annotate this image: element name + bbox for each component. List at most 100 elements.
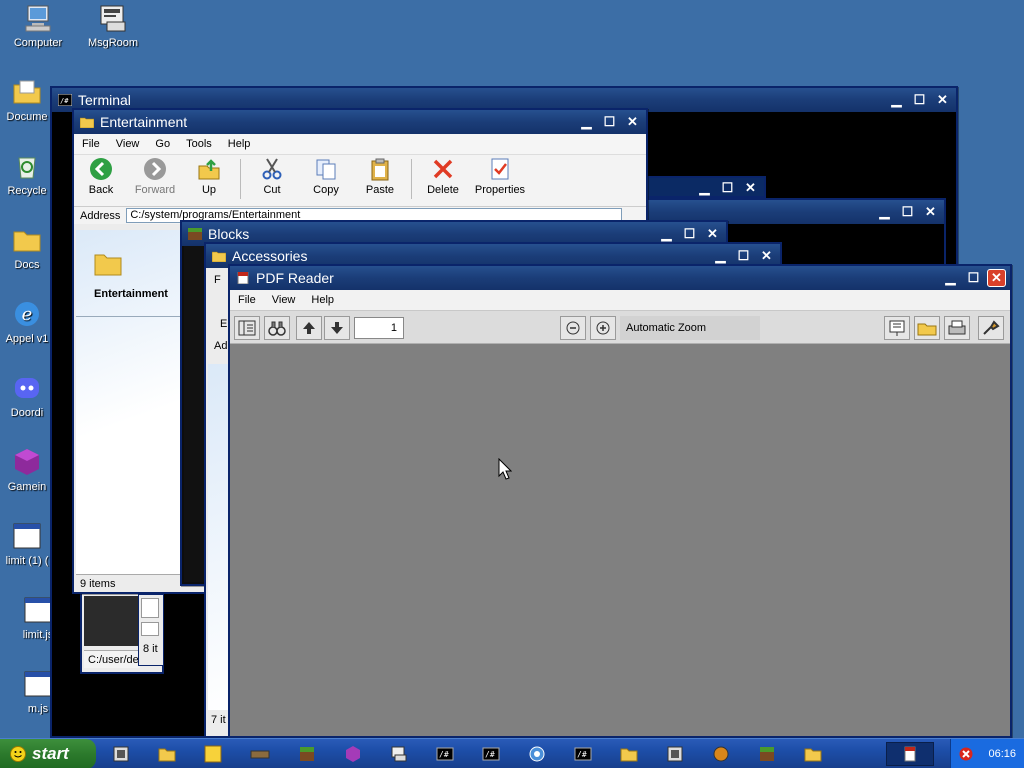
desktop-icon-docs[interactable]: Docs [2,224,52,271]
menu-tools[interactable]: Tools [178,138,220,150]
menu-view[interactable]: View [264,294,304,306]
taskbar-app-icon[interactable] [666,745,684,763]
background-window-titlebar[interactable]: ▁ ☐ ✕ [640,176,766,198]
close-button[interactable]: ✕ [703,225,722,243]
menu-view[interactable]: View [108,138,148,150]
taskbar-grass-block-icon[interactable] [298,745,316,763]
desktop-icon-appel[interactable]: e Appel v1 [2,298,52,345]
desktop-icon-documents[interactable]: Docume [2,76,52,123]
properties-button[interactable]: Properties [470,157,530,196]
zoom-select[interactable]: Automatic Zoom [620,316,760,340]
minimize-button[interactable]: ▁ [577,113,596,131]
start-label: start [32,743,69,763]
print-button[interactable] [944,316,970,340]
close-button[interactable]: ✕ [921,203,940,221]
sidebar-toggle-button[interactable] [234,316,260,340]
svg-text:e: e [22,304,33,325]
error-icon[interactable] [959,747,973,761]
previous-page-button[interactable] [296,316,322,340]
up-button[interactable]: Up [182,157,236,196]
taskbar-active-pdf-reader[interactable] [886,742,934,766]
taskbar-game-icon[interactable] [712,745,730,763]
maximize-button[interactable]: ☐ [964,269,983,287]
mouse-cursor-icon [498,458,512,480]
maximize-button[interactable]: ☐ [718,179,737,197]
maximize-button[interactable]: ☐ [898,203,917,221]
close-button[interactable]: ✕ [987,269,1006,287]
scissors-icon [262,158,282,180]
minimize-button[interactable]: ▁ [941,269,960,287]
next-page-button[interactable] [324,316,350,340]
desktop-icon-label: Gamein [7,481,47,493]
taskbar-terminal-icon[interactable]: /# [482,745,500,763]
menu-help[interactable]: Help [303,294,342,306]
close-button[interactable]: ✕ [623,113,642,131]
taskbar-game-cube-icon[interactable] [344,745,362,763]
desktop-icon-doordi[interactable]: Doordi [2,372,52,419]
toolbar-divider [240,159,241,199]
find-button[interactable] [264,316,290,340]
zoom-out-button[interactable] [560,316,586,340]
minimize-button[interactable]: ▁ [711,247,730,265]
smiley-icon [10,745,26,762]
menu-file[interactable]: File [230,294,264,306]
taskbar-sticky-note-icon[interactable] [204,745,222,763]
desktop-icon-computer[interactable]: Computer [2,2,74,49]
tools-icon [983,320,1000,335]
pdf-reader-window[interactable]: PDF Reader ▁ ☐ ✕ File View Help 1 Automa… [228,264,1012,738]
maximize-button[interactable]: ☐ [600,113,619,131]
paste-button[interactable]: Paste [353,157,407,196]
desktop-icon-gamein[interactable]: Gamein [2,446,52,493]
menu-file[interactable]: File [74,138,108,150]
entertainment-titlebar[interactable]: Entertainment ▁ ☐ ✕ [74,110,646,134]
minimize-button[interactable]: ▁ [875,203,894,221]
taskbar-folder-icon[interactable] [804,745,822,763]
taskbar-settings-icon[interactable] [528,745,546,763]
js-file-icon [13,523,41,549]
start-button[interactable]: start [0,738,96,768]
desktop-icon-recycle[interactable]: Recycle [2,150,52,197]
pdf-toolbar: 1 Automatic Zoom [230,310,1010,344]
taskbar-app-icon[interactable] [112,745,130,763]
pdf-canvas[interactable] [232,346,1008,734]
maximize-button[interactable]: ☐ [734,247,753,265]
close-button[interactable]: ✕ [933,91,952,109]
page-number-input[interactable]: 1 [354,317,404,339]
minimize-button[interactable]: ▁ [695,179,714,197]
taskbar-tray-icon[interactable] [250,745,270,763]
close-button[interactable]: ✕ [757,247,776,265]
desktop-icon-msgroom[interactable]: MsgRoom [77,2,149,49]
menu-help[interactable]: Help [220,138,259,150]
address-label: Address [80,209,121,222]
close-button[interactable]: ✕ [741,179,760,197]
maximize-button[interactable]: ☐ [680,225,699,243]
delete-button[interactable]: Delete [416,157,470,196]
back-arrow-icon [90,158,112,180]
taskbar-folder-icon[interactable] [158,745,176,763]
blocks-content [184,246,204,582]
background-explorer-window[interactable]: 8 it [138,594,164,666]
taskbar-grass-block-icon[interactable] [758,745,776,763]
taskbar-folder-icon[interactable] [620,745,638,763]
desktop-icon-limit-1[interactable]: limit (1) ( [2,520,52,567]
forward-button[interactable]: Forward [128,157,182,196]
clipboard-paste-icon [371,158,389,181]
menu-fragment[interactable]: F [214,274,221,286]
zoom-in-button[interactable] [590,316,616,340]
minimize-button[interactable]: ▁ [657,225,676,243]
pdf-reader-titlebar[interactable]: PDF Reader ▁ ☐ ✕ [230,266,1010,290]
taskbar-terminal-icon[interactable]: /# [436,745,454,763]
tools-button[interactable] [978,316,1004,340]
taskbar-msgroom-icon[interactable] [390,745,408,763]
desktop-icon-label: Recycle [7,185,47,197]
cut-button[interactable]: Cut [245,157,299,196]
menu-go[interactable]: Go [147,138,178,150]
minimize-button[interactable]: ▁ [887,91,906,109]
maximize-button[interactable]: ☐ [910,91,929,109]
back-button[interactable]: Back [74,157,128,196]
copy-button[interactable]: Copy [299,157,353,196]
taskbar-terminal-icon[interactable]: /# [574,745,592,763]
grass-block-icon [188,228,202,240]
presentation-button[interactable] [884,316,910,340]
open-file-button[interactable] [914,316,940,340]
